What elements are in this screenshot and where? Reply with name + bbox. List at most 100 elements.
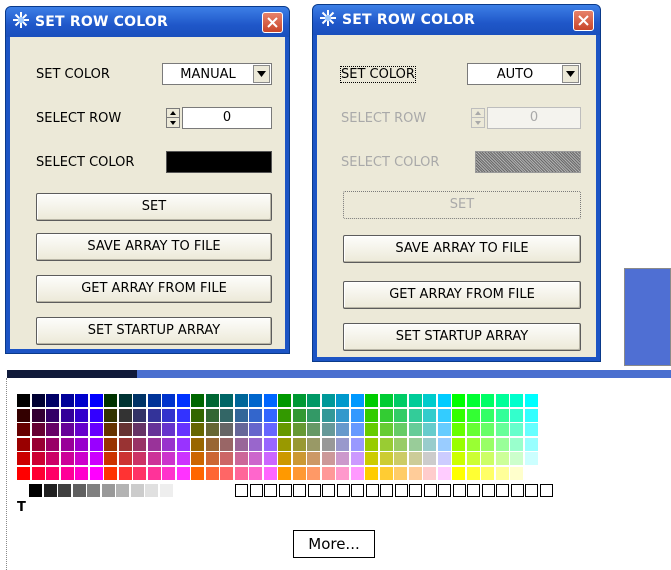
palette-color-cell[interactable] — [350, 408, 364, 422]
palette-color-cell[interactable] — [46, 423, 59, 436]
palette-custom-empty-cell[interactable] — [336, 484, 350, 497]
palette-gray-cell[interactable] — [101, 484, 115, 497]
palette-color-cell[interactable] — [524, 452, 538, 465]
palette-color-cell[interactable] — [89, 394, 103, 407]
palette-color-cell[interactable] — [60, 394, 74, 407]
palette-color-cell[interactable] — [510, 452, 523, 465]
palette-color-cell[interactable] — [147, 408, 161, 422]
palette-color-cell[interactable] — [205, 466, 219, 480]
palette-color-cell[interactable] — [495, 452, 509, 465]
palette-color-cell[interactable] — [379, 394, 393, 407]
palette-color-cell[interactable] — [278, 452, 291, 465]
palette-color-cell[interactable] — [133, 452, 146, 465]
palette-color-cell[interactable] — [321, 423, 335, 436]
palette-color-cell[interactable] — [365, 466, 378, 480]
palette-color-cell[interactable] — [249, 408, 262, 422]
more-colors-button[interactable]: More... — [293, 530, 375, 558]
palette-color-cell[interactable] — [379, 452, 393, 465]
palette-color-cell[interactable] — [394, 408, 407, 422]
palette-color-cell[interactable] — [104, 437, 117, 451]
palette-color-cell[interactable] — [350, 452, 364, 465]
palette-color-cell[interactable] — [379, 437, 393, 451]
palette-color-cell[interactable] — [17, 408, 30, 422]
palette-color-cell[interactable] — [524, 437, 538, 451]
palette-color-cell[interactable] — [147, 437, 161, 451]
palette-color-cell[interactable] — [191, 423, 204, 436]
palette-color-cell[interactable] — [350, 466, 364, 480]
palette-color-cell[interactable] — [336, 423, 349, 436]
palette-color-cell[interactable] — [379, 423, 393, 436]
palette-color-cell[interactable] — [321, 452, 335, 465]
palette-gray-cell[interactable] — [58, 484, 71, 497]
palette-color-cell[interactable] — [452, 408, 465, 422]
palette-color-cell[interactable] — [452, 394, 465, 407]
palette-color-cell[interactable] — [263, 408, 277, 422]
palette-color-cell[interactable] — [234, 394, 248, 407]
palette-gray-cell[interactable] — [145, 484, 158, 497]
palette-color-cell[interactable] — [408, 466, 422, 480]
select-row-spinner[interactable] — [166, 108, 180, 128]
palette-color-cell[interactable] — [162, 394, 175, 407]
palette-color-cell[interactable] — [524, 408, 538, 422]
palette-color-cell[interactable] — [31, 408, 45, 422]
palette-color-cell[interactable] — [481, 394, 494, 407]
palette-color-cell[interactable] — [162, 408, 175, 422]
palette-color-cell[interactable] — [292, 423, 306, 436]
palette-color-cell[interactable] — [118, 423, 132, 436]
palette-color-cell[interactable] — [263, 437, 277, 451]
palette-color-cell[interactable] — [278, 437, 291, 451]
palette-color-cell[interactable] — [365, 408, 378, 422]
palette-color-cell[interactable] — [278, 423, 291, 436]
palette-color-cell[interactable] — [307, 394, 320, 407]
palette-color-cell[interactable] — [205, 408, 219, 422]
palette-color-cell[interactable] — [220, 437, 233, 451]
palette-color-cell[interactable] — [350, 394, 364, 407]
palette-custom-empty-cell[interactable] — [525, 484, 538, 497]
palette-custom-empty-cell[interactable] — [467, 484, 480, 497]
palette-color-cell[interactable] — [495, 466, 509, 480]
palette-custom-empty-cell[interactable] — [452, 484, 466, 497]
palette-color-cell[interactable] — [31, 437, 45, 451]
palette-color-cell[interactable] — [31, 452, 45, 465]
palette-color-cell[interactable] — [394, 466, 407, 480]
palette-color-cell[interactable] — [31, 394, 45, 407]
palette-color-cell[interactable] — [133, 394, 146, 407]
palette-color-cell[interactable] — [147, 466, 161, 480]
palette-color-cell[interactable] — [510, 408, 523, 422]
palette-color-cell[interactable] — [17, 452, 30, 465]
palette-color-cell[interactable] — [365, 437, 378, 451]
palette-color-cell[interactable] — [46, 408, 59, 422]
palette-color-cell[interactable] — [466, 394, 480, 407]
palette-color-cell[interactable] — [408, 423, 422, 436]
palette-color-cell[interactable] — [466, 466, 480, 480]
palette-color-cell[interactable] — [394, 437, 407, 451]
palette-color-cell[interactable] — [278, 408, 291, 422]
palette-color-cell[interactable] — [437, 437, 451, 451]
palette-color-cell[interactable] — [60, 423, 74, 436]
palette-color-cell[interactable] — [408, 437, 422, 451]
palette-gray-cell[interactable] — [130, 484, 144, 497]
palette-color-cell[interactable] — [365, 423, 378, 436]
transparent-option[interactable]: T — [17, 500, 26, 515]
palette-color-cell[interactable] — [205, 437, 219, 451]
palette-color-cell[interactable] — [481, 466, 494, 480]
palette-color-cell[interactable] — [495, 437, 509, 451]
palette-custom-empty-cell[interactable] — [394, 484, 408, 497]
palette-color-cell[interactable] — [17, 394, 30, 407]
palette-color-cell[interactable] — [307, 423, 320, 436]
palette-color-cell[interactable] — [118, 394, 132, 407]
palette-color-cell[interactable] — [234, 437, 248, 451]
palette-color-cell[interactable] — [234, 452, 248, 465]
save-array-to-file-button[interactable]: SAVE ARRAY TO FILE — [36, 233, 272, 261]
palette-color-cell[interactable] — [336, 408, 349, 422]
palette-gray-cell[interactable] — [116, 484, 129, 497]
palette-color-cell[interactable] — [263, 466, 277, 480]
palette-color-cell[interactable] — [481, 408, 494, 422]
palette-custom-empty-cell[interactable] — [423, 484, 437, 497]
select-color-swatch[interactable] — [166, 151, 272, 173]
palette-color-cell[interactable] — [466, 437, 480, 451]
palette-custom-empty-cell[interactable] — [481, 484, 495, 497]
palette-color-cell[interactable] — [278, 466, 291, 480]
palette-color-cell[interactable] — [60, 452, 74, 465]
palette-color-cell[interactable] — [437, 408, 451, 422]
